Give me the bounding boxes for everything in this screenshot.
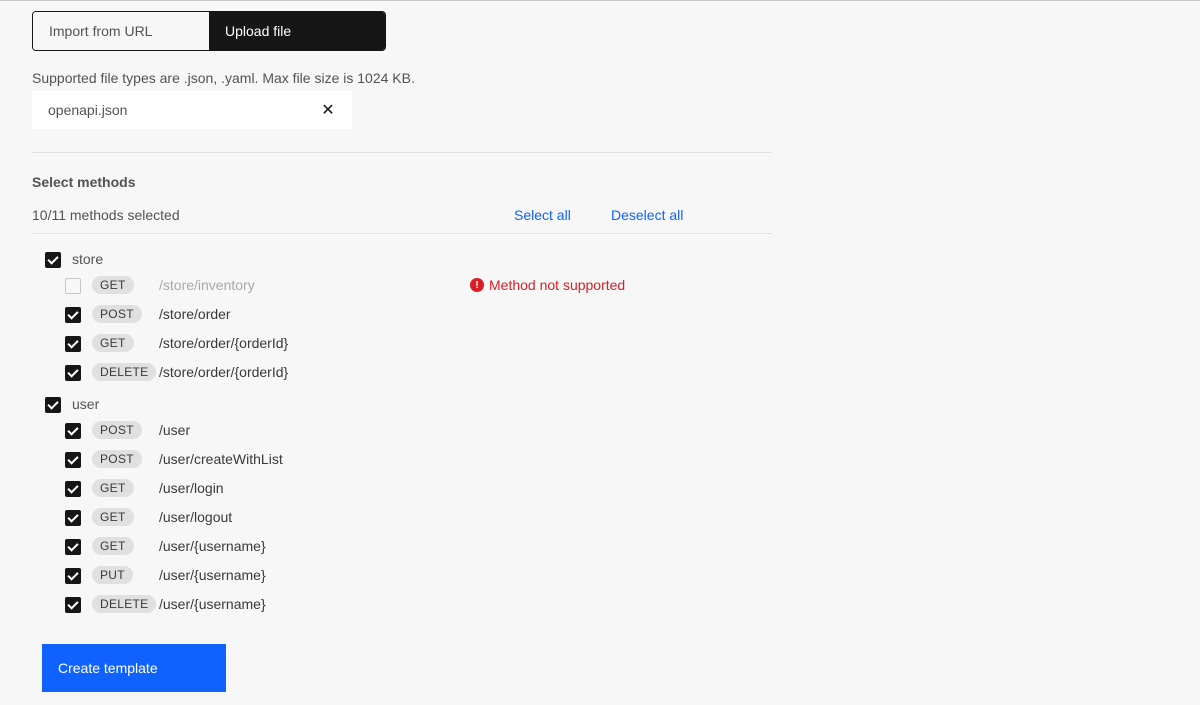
method-checkbox[interactable] [65, 481, 81, 497]
method-tag: DELETE [92, 363, 157, 381]
method-path: /user/{username} [159, 538, 266, 554]
select-methods-title: Select methods [32, 174, 136, 190]
error-icon: ! [470, 278, 484, 292]
warning-text: Method not supported [489, 277, 626, 293]
method-path: /store/order/{orderId} [159, 364, 289, 380]
method-path: /user/{username} [159, 567, 266, 583]
method-path: /user [159, 422, 191, 438]
method-tag: GET [92, 508, 134, 526]
method-checkbox[interactable] [65, 539, 81, 555]
method-tag: POST [92, 305, 142, 323]
upload-file-tab[interactable]: Upload file [209, 12, 385, 50]
method-path: /user/{username} [159, 596, 266, 612]
method-checkbox[interactable] [65, 510, 81, 526]
method-checkbox[interactable] [65, 568, 81, 584]
methods-selected-count: 10/11 methods selected [32, 207, 180, 223]
method-checkbox[interactable] [65, 423, 81, 439]
method-checkbox[interactable] [65, 336, 81, 352]
divider [32, 233, 772, 234]
group-checkbox-user[interactable] [45, 397, 61, 413]
method-checkbox[interactable] [65, 278, 81, 294]
divider [32, 152, 772, 153]
group-label-store: store [72, 251, 104, 267]
method-tag: GET [92, 334, 134, 352]
method-warning: ! Method not supported [470, 277, 625, 293]
group-checkbox-store[interactable] [45, 252, 61, 268]
method-path: /user/login [159, 480, 224, 496]
group-label-user: user [72, 396, 100, 412]
method-checkbox[interactable] [65, 307, 81, 323]
file-helper-text: Supported file types are .json, .yaml. M… [32, 70, 415, 86]
method-tag: GET [92, 479, 134, 497]
select-all-link[interactable]: Select all [514, 207, 571, 223]
file-name: openapi.json [48, 102, 128, 118]
method-path: /store/inventory [159, 277, 255, 293]
create-template-button[interactable]: Create template [42, 644, 226, 692]
method-path: /store/order/{orderId} [159, 335, 289, 351]
method-tag: POST [92, 421, 142, 439]
deselect-all-link[interactable]: Deselect all [611, 207, 683, 223]
method-tag: PUT [92, 566, 133, 584]
uploaded-file: openapi.json ✕ [32, 91, 352, 129]
import-from-url-tab[interactable]: Import from URL [33, 12, 209, 50]
method-checkbox[interactable] [65, 365, 81, 381]
method-tag: DELETE [92, 595, 157, 613]
method-path: /store/order [159, 306, 231, 322]
method-checkbox[interactable] [65, 452, 81, 468]
method-path: /user/createWithList [159, 451, 283, 467]
close-icon[interactable]: ✕ [320, 100, 336, 120]
method-checkbox[interactable] [65, 597, 81, 613]
method-tag: POST [92, 450, 142, 468]
method-tag: GET [92, 276, 134, 294]
method-tag: GET [92, 537, 134, 555]
import-mode-toggle: Import from URL Upload file [32, 11, 386, 51]
method-path: /user/logout [159, 509, 233, 525]
